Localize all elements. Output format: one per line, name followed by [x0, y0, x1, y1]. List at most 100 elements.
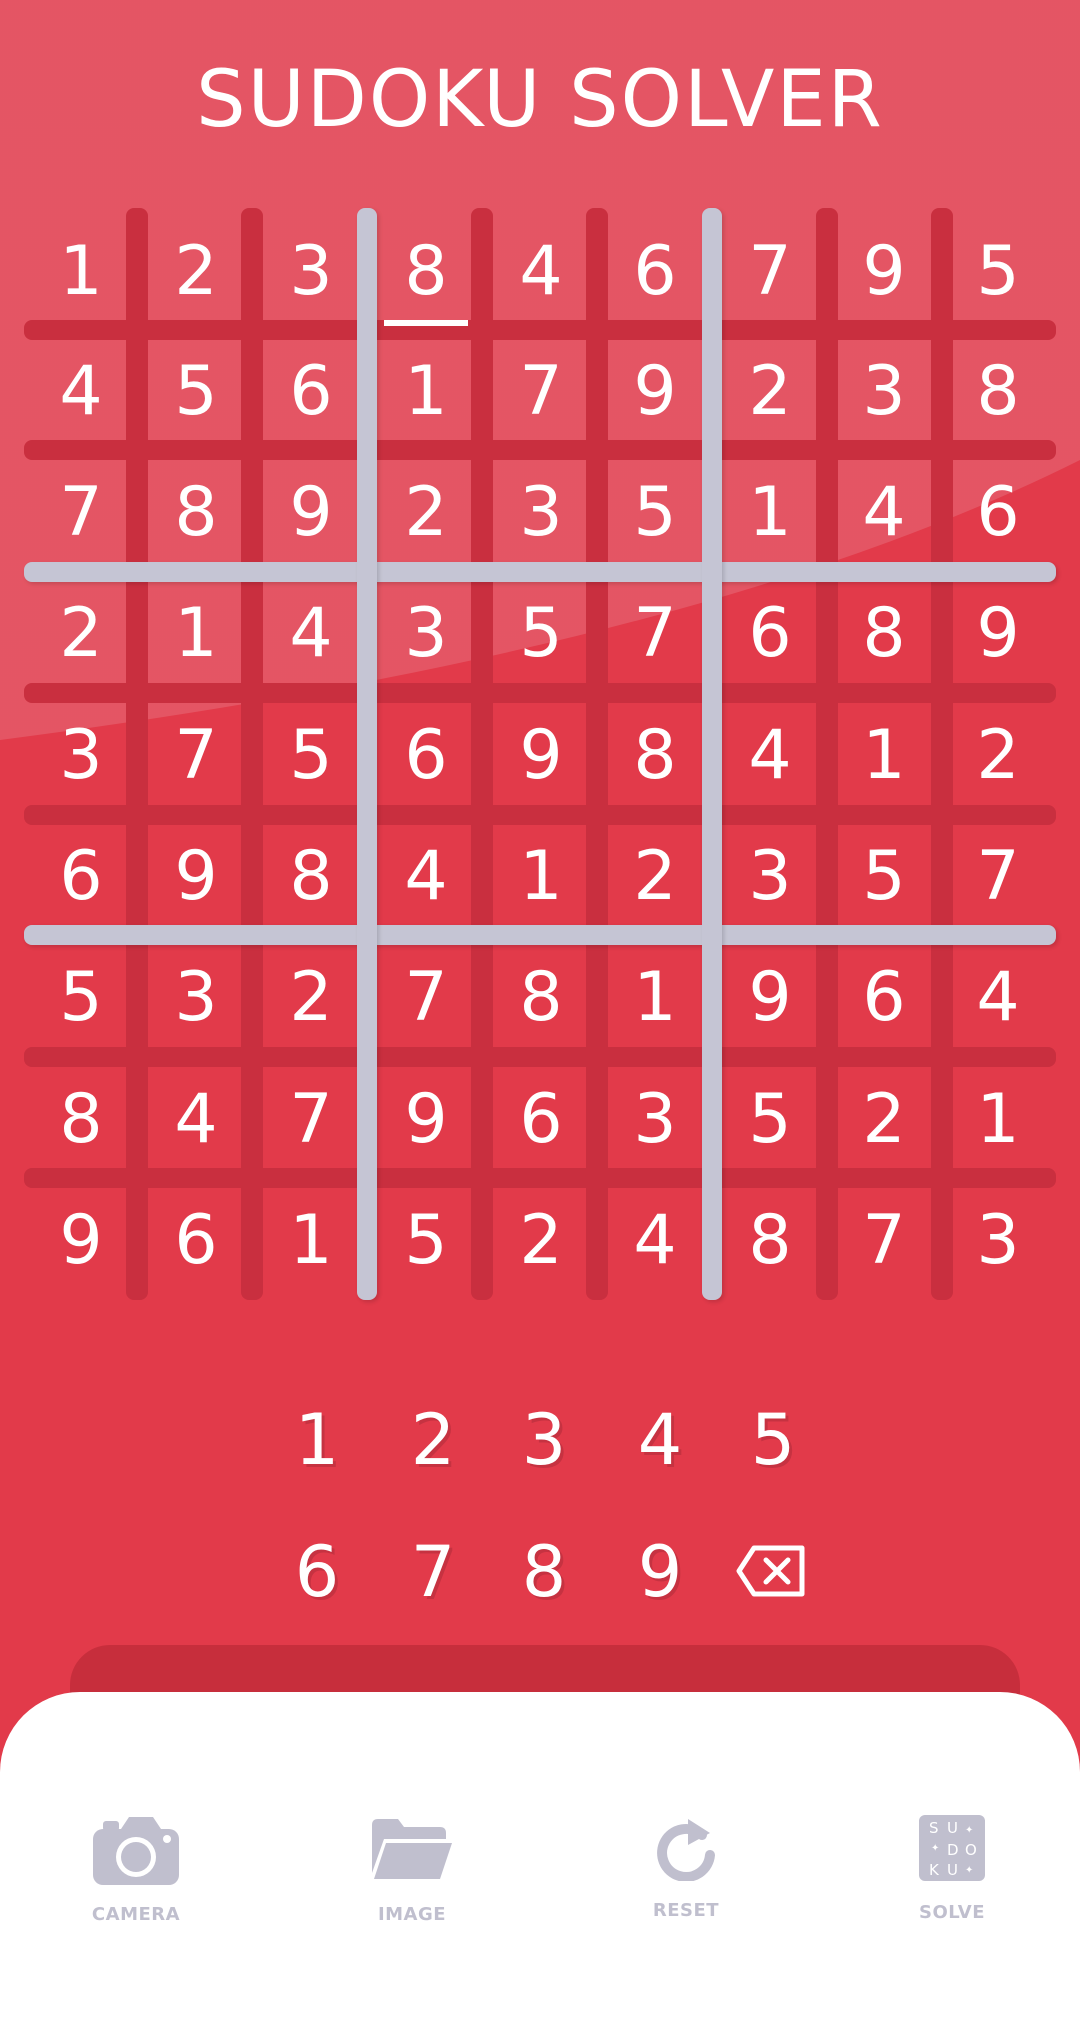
sudoku-cell[interactable]: 4 — [720, 706, 820, 806]
svg-text:U: U — [947, 1861, 958, 1879]
sudoku-cell[interactable]: 4 — [146, 1070, 246, 1170]
keypad-key-8[interactable]: 8 — [499, 1517, 589, 1627]
sudoku-cell[interactable]: 1 — [605, 948, 705, 1048]
sudoku-cell[interactable]: 6 — [491, 1070, 591, 1170]
sudoku-cell[interactable]: 7 — [605, 584, 705, 684]
sudoku-cell[interactable]: 8 — [491, 948, 591, 1048]
sudoku-cell[interactable]: 3 — [376, 584, 476, 684]
sudoku-cell[interactable]: 9 — [491, 706, 591, 806]
keypad-key-4[interactable]: 4 — [615, 1385, 705, 1495]
sudoku-cell[interactable]: 1 — [948, 1070, 1048, 1170]
sudoku-cell[interactable]: 4 — [376, 827, 476, 927]
sudoku-cell[interactable]: 9 — [261, 463, 361, 563]
sudoku-cell[interactable]: 3 — [491, 463, 591, 563]
sudoku-cell[interactable]: 1 — [261, 1191, 361, 1291]
sudoku-cell[interactable]: 7 — [491, 342, 591, 442]
sudoku-cell[interactable]: 6 — [720, 584, 820, 684]
sudoku-cell[interactable]: 8 — [834, 584, 934, 684]
sudoku-cell[interactable]: 2 — [720, 342, 820, 442]
sudoku-cell[interactable]: 3 — [720, 827, 820, 927]
sudoku-cell[interactable]: 9 — [720, 948, 820, 1048]
sudoku-cell[interactable]: 3 — [146, 948, 246, 1048]
sudoku-cell[interactable]: 3 — [31, 706, 131, 806]
sudoku-cell[interactable]: 2 — [261, 948, 361, 1048]
sudoku-cell[interactable]: 4 — [261, 584, 361, 684]
sudoku-cell[interactable]: 1 — [31, 222, 131, 322]
sudoku-cell[interactable]: 6 — [31, 827, 131, 927]
sudoku-cell[interactable]: 2 — [834, 1070, 934, 1170]
reset-button[interactable]: RESET — [606, 1815, 766, 1925]
sudoku-cell[interactable]: 8 — [720, 1191, 820, 1291]
sudoku-cell[interactable]: 7 — [146, 706, 246, 806]
svg-text:✦: ✦ — [965, 1865, 973, 1876]
sudoku-cell[interactable]: 1 — [376, 342, 476, 442]
sudoku-cell[interactable]: 2 — [146, 222, 246, 322]
keypad-key-6[interactable]: 6 — [272, 1517, 362, 1627]
sudoku-cell[interactable]: 2 — [31, 584, 131, 684]
sudoku-cell[interactable]: 2 — [948, 706, 1048, 806]
sudoku-cell[interactable]: 7 — [261, 1070, 361, 1170]
refresh-icon — [657, 1819, 715, 1881]
sudoku-cell[interactable]: 7 — [834, 1191, 934, 1291]
sudoku-cell[interactable]: 9 — [605, 342, 705, 442]
keypad-key-7[interactable]: 7 — [388, 1517, 478, 1627]
sudoku-cell[interactable]: 5 — [720, 1070, 820, 1170]
sudoku-cell[interactable]: 8 — [31, 1070, 131, 1170]
sudoku-cell[interactable]: 8 — [376, 222, 476, 326]
sudoku-cell[interactable]: 1 — [834, 706, 934, 806]
sudoku-cell[interactable]: 5 — [948, 222, 1048, 322]
sudoku-cell[interactable]: 3 — [948, 1191, 1048, 1291]
sudoku-cell[interactable]: 9 — [834, 222, 934, 322]
sudoku-cell[interactable]: 3 — [261, 222, 361, 322]
sudoku-cell[interactable]: 6 — [948, 463, 1048, 563]
sudoku-cell[interactable]: 5 — [376, 1191, 476, 1291]
backspace-icon[interactable] — [736, 1545, 806, 1597]
solve-label: SOLVE — [919, 1902, 985, 1923]
sudoku-cell[interactable]: 5 — [605, 463, 705, 563]
sudoku-cell[interactable]: 4 — [491, 222, 591, 322]
reset-label: RESET — [652, 1900, 720, 1921]
sudoku-cell[interactable]: 4 — [31, 342, 131, 442]
sudoku-cell[interactable]: 3 — [605, 1070, 705, 1170]
sudoku-cell[interactable]: 2 — [376, 463, 476, 563]
sudoku-cell[interactable]: 6 — [605, 222, 705, 322]
sudoku-cell[interactable]: 5 — [261, 706, 361, 806]
sudoku-cell[interactable]: 9 — [146, 827, 246, 927]
sudoku-cell[interactable]: 2 — [605, 827, 705, 927]
solve-button[interactable]: S U D O K U ✦ ✦ ✦ SOLVE — [872, 1815, 1032, 1925]
sudoku-cell[interactable]: 6 — [146, 1191, 246, 1291]
sudoku-cell[interactable]: 5 — [834, 827, 934, 927]
camera-button[interactable]: CAMERA — [56, 1815, 216, 1925]
sudoku-cell[interactable]: 4 — [605, 1191, 705, 1291]
sudoku-cell[interactable]: 1 — [146, 584, 246, 684]
sudoku-cell[interactable]: 7 — [720, 222, 820, 322]
sudoku-cell[interactable]: 6 — [834, 948, 934, 1048]
sudoku-cell[interactable]: 5 — [31, 948, 131, 1048]
image-button[interactable]: IMAGE — [332, 1815, 492, 1925]
keypad-key-9[interactable]: 9 — [615, 1517, 705, 1627]
keypad-key-1[interactable]: 1 — [272, 1385, 362, 1495]
keypad-key-5[interactable]: 5 — [728, 1385, 818, 1495]
sudoku-cell[interactable]: 4 — [834, 463, 934, 563]
sudoku-cell[interactable]: 1 — [720, 463, 820, 563]
sudoku-cell[interactable]: 3 — [834, 342, 934, 442]
sudoku-cell[interactable]: 8 — [948, 342, 1048, 442]
sudoku-cell[interactable]: 7 — [376, 948, 476, 1048]
sudoku-cell[interactable]: 2 — [491, 1191, 591, 1291]
sudoku-cell[interactable]: 5 — [146, 342, 246, 442]
keypad-key-2[interactable]: 2 — [388, 1385, 478, 1495]
sudoku-cell[interactable]: 9 — [31, 1191, 131, 1291]
sudoku-cell[interactable]: 9 — [376, 1070, 476, 1170]
sudoku-cell[interactable]: 1 — [491, 827, 591, 927]
sudoku-cell[interactable]: 8 — [146, 463, 246, 563]
sudoku-cell[interactable]: 5 — [491, 584, 591, 684]
sudoku-cell[interactable]: 4 — [948, 948, 1048, 1048]
sudoku-cell[interactable]: 8 — [605, 706, 705, 806]
sudoku-cell[interactable]: 9 — [948, 584, 1048, 684]
sudoku-cell[interactable]: 6 — [261, 342, 361, 442]
keypad-key-3[interactable]: 3 — [499, 1385, 589, 1495]
sudoku-cell[interactable]: 7 — [948, 827, 1048, 927]
sudoku-cell[interactable]: 7 — [31, 463, 131, 563]
sudoku-cell[interactable]: 6 — [376, 706, 476, 806]
sudoku-cell[interactable]: 8 — [261, 827, 361, 927]
